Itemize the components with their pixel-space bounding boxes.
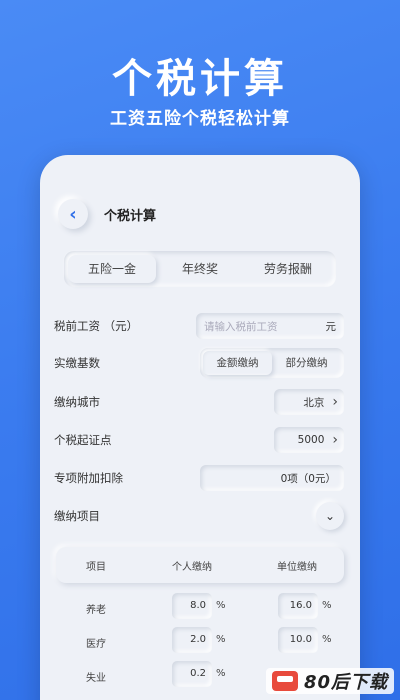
base-segment: 金额缴纳 部分缴纳 — [200, 348, 344, 378]
deduction-value: 0项（0元） — [280, 472, 336, 485]
base-option-full[interactable]: 金额缴纳 — [203, 351, 272, 375]
items-row: 缴纳项目 ⌄ — [54, 502, 344, 530]
deduction-label: 专项附加扣除 — [54, 471, 123, 485]
percent-sign: % — [322, 634, 332, 645]
deduction-field[interactable]: 0项（0元） — [200, 465, 344, 491]
table-header: 项目 个人缴纳 单位缴纳 — [56, 547, 344, 583]
city-label: 缴纳城市 — [54, 395, 100, 409]
personal-rate-input[interactable]: 2.0 — [172, 627, 212, 653]
chevron-left-icon: ‹ — [69, 203, 77, 225]
base-label: 实缴基数 — [54, 356, 100, 370]
threshold-value: 5000 — [297, 434, 325, 446]
threshold-select[interactable]: 5000 › — [274, 427, 344, 453]
city-select[interactable]: 北京 › — [274, 389, 344, 415]
expand-button[interactable]: ⌄ — [316, 502, 344, 530]
page-title: 个税计算 — [104, 208, 157, 224]
personal-rate-input[interactable]: 0.2 — [172, 661, 212, 687]
tab-wuxian[interactable]: 五险一金 — [68, 255, 156, 283]
percent-sign: % — [216, 600, 226, 611]
percent-sign: % — [216, 668, 226, 679]
city-row: 缴纳城市 北京 › — [54, 388, 344, 416]
row-name: 失业 — [86, 673, 106, 684]
base-option-partial[interactable]: 部分缴纳 — [272, 351, 341, 375]
tab-bonus[interactable]: 年终奖 — [156, 255, 244, 283]
table-header-item: 项目 — [86, 562, 106, 573]
table-row: 医疗 2.0 % 10.0 % — [56, 627, 344, 655]
hero-subtitle: 工资五险个税轻松计算 — [110, 109, 290, 129]
watermark-text: 80后下载 — [303, 672, 388, 693]
chevron-down-icon: ⌄ — [324, 509, 336, 523]
table-row: 养老 8.0 % 16.0 % — [56, 593, 344, 621]
watermark-logo: 80后下载 — [265, 668, 394, 694]
hero-title: 个税计算 — [112, 56, 288, 102]
city-value: 北京 — [303, 396, 325, 409]
percent-sign: % — [216, 634, 226, 645]
robot-icon — [271, 671, 298, 691]
tab-bar: 五险一金 年终奖 劳务报酬 — [64, 251, 336, 287]
salary-label: 税前工资 （元） — [54, 319, 139, 333]
tab-labor[interactable]: 劳务报酬 — [244, 255, 332, 283]
salary-unit: 元 — [325, 320, 337, 333]
salary-placeholder: 请输入税前工资 — [204, 320, 278, 333]
chevron-right-icon: › — [332, 394, 338, 410]
phone-frame: ‹ 个税计算 五险一金 年终奖 劳务报酬 税前工资 （元） 请输入税前工资 元 … — [40, 155, 360, 700]
threshold-row: 个税起证点 5000 › — [54, 426, 344, 454]
salary-input[interactable]: 请输入税前工资 元 — [196, 313, 344, 339]
base-row: 实缴基数 金额缴纳 部分缴纳 — [54, 348, 344, 378]
personal-rate-input[interactable]: 8.0 — [172, 593, 212, 619]
top-bar: ‹ 个税计算 — [58, 199, 156, 229]
row-name: 医疗 — [86, 639, 106, 650]
percent-sign: % — [322, 600, 332, 611]
deduction-row: 专项附加扣除 0项（0元） — [54, 464, 344, 492]
company-rate-input[interactable]: 16.0 — [278, 593, 318, 619]
back-button[interactable]: ‹ — [58, 199, 88, 229]
salary-row: 税前工资 （元） 请输入税前工资 元 — [54, 312, 344, 340]
company-rate-input[interactable]: 10.0 — [278, 627, 318, 653]
threshold-label: 个税起证点 — [54, 433, 112, 447]
table-header-company: 单位缴纳 — [277, 562, 317, 573]
table-header-personal: 个人缴纳 — [172, 562, 212, 573]
items-label: 缴纳项目 — [54, 509, 100, 523]
chevron-right-icon: › — [332, 432, 338, 448]
row-name: 养老 — [86, 605, 106, 616]
